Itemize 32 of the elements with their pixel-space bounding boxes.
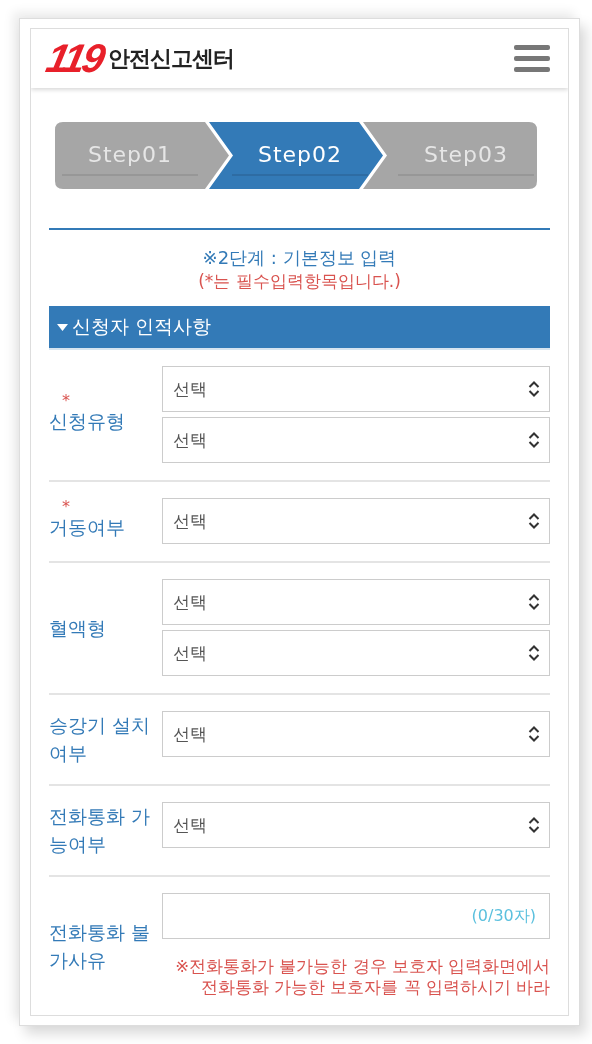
required-note: (*는 필수입력항목입니다.) bbox=[198, 270, 401, 293]
select-field[interactable]: 선택 bbox=[162, 711, 550, 757]
field-label: 전화통화 가능여부 bbox=[49, 804, 152, 857]
up-down-icon bbox=[528, 594, 540, 610]
field-label: 신청유형 bbox=[49, 408, 126, 434]
select-field[interactable]: 선택 bbox=[162, 579, 550, 625]
step-title: ※2단계 : 기본정보 입력 bbox=[202, 246, 397, 270]
field-label: 전화통화 불가사유 bbox=[49, 919, 152, 973]
select-field[interactable]: 선택 bbox=[162, 630, 550, 676]
field-label: 거동여부 bbox=[49, 515, 126, 540]
warning-note: ※전화통화가 불가능한 경우 보호자 입력화면에서 전화통화 가능한 보호자를 꼭 입력하시기 바라 bbox=[174, 956, 550, 998]
up-down-icon bbox=[528, 381, 540, 397]
site-title: 안전신고센터 bbox=[107, 44, 234, 73]
required-mark: * bbox=[61, 394, 70, 407]
select-field[interactable]: 선택 bbox=[162, 802, 550, 848]
up-down-icon bbox=[528, 817, 540, 833]
field-label: 승강기 설치여부 bbox=[49, 713, 152, 766]
up-down-icon bbox=[528, 645, 540, 661]
logo-number: 119 bbox=[42, 36, 107, 81]
up-down-icon bbox=[528, 726, 540, 742]
up-down-icon bbox=[528, 513, 540, 529]
step-tab[interactable]: Step02 bbox=[209, 122, 383, 189]
up-down-icon bbox=[528, 432, 540, 448]
char-counter: (0/30자) bbox=[471, 905, 536, 927]
select-field[interactable]: 선택 bbox=[162, 498, 550, 544]
section-header[interactable]: 신청자 인적사항 bbox=[49, 306, 550, 350]
menu-icon[interactable] bbox=[514, 43, 550, 74]
required-mark: * bbox=[61, 501, 70, 513]
caret-down-icon bbox=[57, 323, 68, 331]
field-label: 혈액형 bbox=[49, 615, 107, 641]
select-field[interactable]: 선택 bbox=[162, 366, 550, 412]
select-field[interactable]: 선택 bbox=[162, 417, 550, 463]
